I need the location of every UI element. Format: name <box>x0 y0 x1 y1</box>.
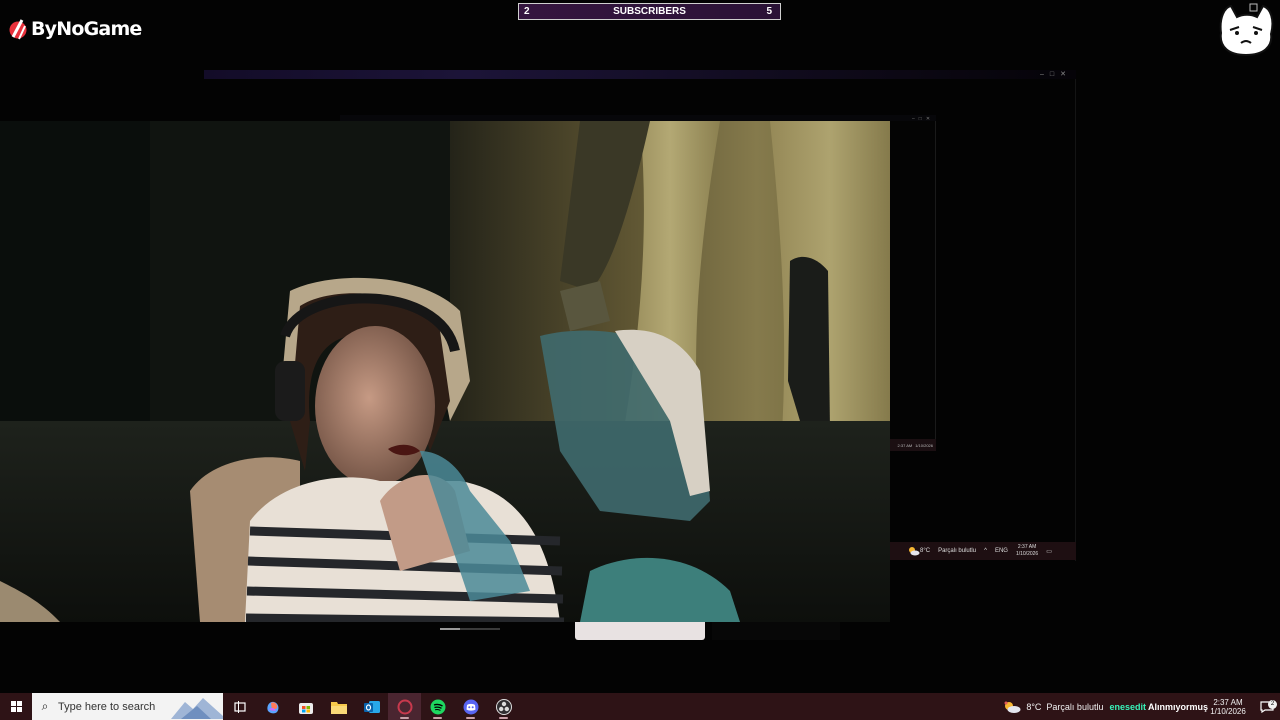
chevron-up-icon[interactable]: ^ <box>984 548 987 554</box>
webcam-feed <box>0 121 890 622</box>
taskbar-time: 2:37 AM <box>1213 697 1243 707</box>
captured-preview-box <box>575 622 705 640</box>
captured-seekbar <box>440 622 570 636</box>
chat-overlay-username: enesedit <box>1109 701 1146 712</box>
weather-cloud-icon <box>1004 701 1021 713</box>
outlook-icon[interactable] <box>355 693 388 720</box>
brand-logo: ByNoGame <box>8 17 142 41</box>
weather-condition: Parçalı bulutlu <box>1046 701 1104 712</box>
captured-clock: 2:37 AM 1/10/2026 <box>1016 544 1038 558</box>
app-icon[interactable] <box>388 693 421 720</box>
taskbar-search-box[interactable]: ⌕ Type here to search <box>32 693 223 720</box>
captured-language: ENG <box>994 548 1008 554</box>
captured-weather: Parçalı bulutlu <box>938 548 977 554</box>
brand-name: ByNoGame <box>31 18 142 40</box>
obs-icon[interactable] <box>487 693 520 720</box>
file-explorer-icon[interactable] <box>322 693 355 720</box>
maximize-icon[interactable]: □ <box>1050 70 1054 79</box>
close-icon[interactable]: ✕ <box>1060 70 1066 79</box>
captured-slider[interactable] <box>440 628 500 630</box>
chat-overlay-message: Alınmıyormuş <box>1147 701 1208 712</box>
start-button[interactable] <box>0 693 32 720</box>
captured-temperature: 8°C <box>920 548 931 554</box>
captured-time: 2:37 AM <box>1017 544 1037 550</box>
notification-center-button[interactable]: 2 <box>1254 699 1280 713</box>
weather-widget[interactable]: 8°C Parçalı bulutlu <box>1003 700 1107 714</box>
nested-tray-date: 1/10/2026 <box>915 442 933 448</box>
cat-face-icon <box>1219 3 1274 57</box>
search-icon: ⌕ <box>41 699 49 713</box>
store-icon[interactable] <box>289 693 322 720</box>
weather-cloud-icon <box>909 547 920 556</box>
copilot-icon[interactable] <box>256 693 289 720</box>
taskbar-date: 1/10/2026 <box>1210 706 1246 716</box>
brand-logo-icon <box>9 19 27 40</box>
subscriber-label: SUBSCRIBERS <box>613 6 686 17</box>
captured-window-controls: – □ ✕ <box>1040 70 1066 79</box>
captured-system-tray: 8°C Parçalı bulutlu ^ ENG 2:37 AM 1/10/2… <box>890 542 1076 560</box>
discord-icon[interactable] <box>454 693 487 720</box>
minimize-icon[interactable]: – <box>1040 70 1044 79</box>
spotify-icon[interactable] <box>421 693 454 720</box>
weather-temperature: 8°C <box>1026 701 1042 712</box>
desktop-screen: ByNoGame 2 SUBSCRIBERS 5 – □ ✕ – □ ✕ 2:3… <box>0 0 1280 720</box>
task-view-icon[interactable] <box>223 693 256 720</box>
windows-logo-icon <box>10 701 22 712</box>
search-highlight-icon <box>171 698 223 719</box>
search-placeholder: Type here to search <box>58 700 156 713</box>
captured-date: 1/10/2026 <box>1015 551 1039 557</box>
nested-tray-time: 2:37 AM <box>897 442 913 448</box>
taskbar: ⌕ Type here to search 8°C Parçalı bulutl… <box>0 693 1280 720</box>
nested-system-tray: 2:37 AM 1/10/2026 <box>890 439 936 451</box>
subscriber-goal-bar: 2 SUBSCRIBERS 5 <box>518 3 781 20</box>
nested-window-frame <box>890 121 936 451</box>
notification-icon[interactable]: ▭ <box>1046 548 1052 555</box>
webcam-scene <box>0 121 890 622</box>
notification-count-badge: 2 <box>1268 699 1277 709</box>
captured-dark-box <box>712 622 840 640</box>
system-tray: 8°C Parçalı bulutlu enesedit Alınmıyormu… <box>1003 693 1280 720</box>
captured-window-titlebar <box>204 70 1076 79</box>
taskbar-clock[interactable]: 2:37 AM 1/10/2026 <box>1202 698 1254 716</box>
